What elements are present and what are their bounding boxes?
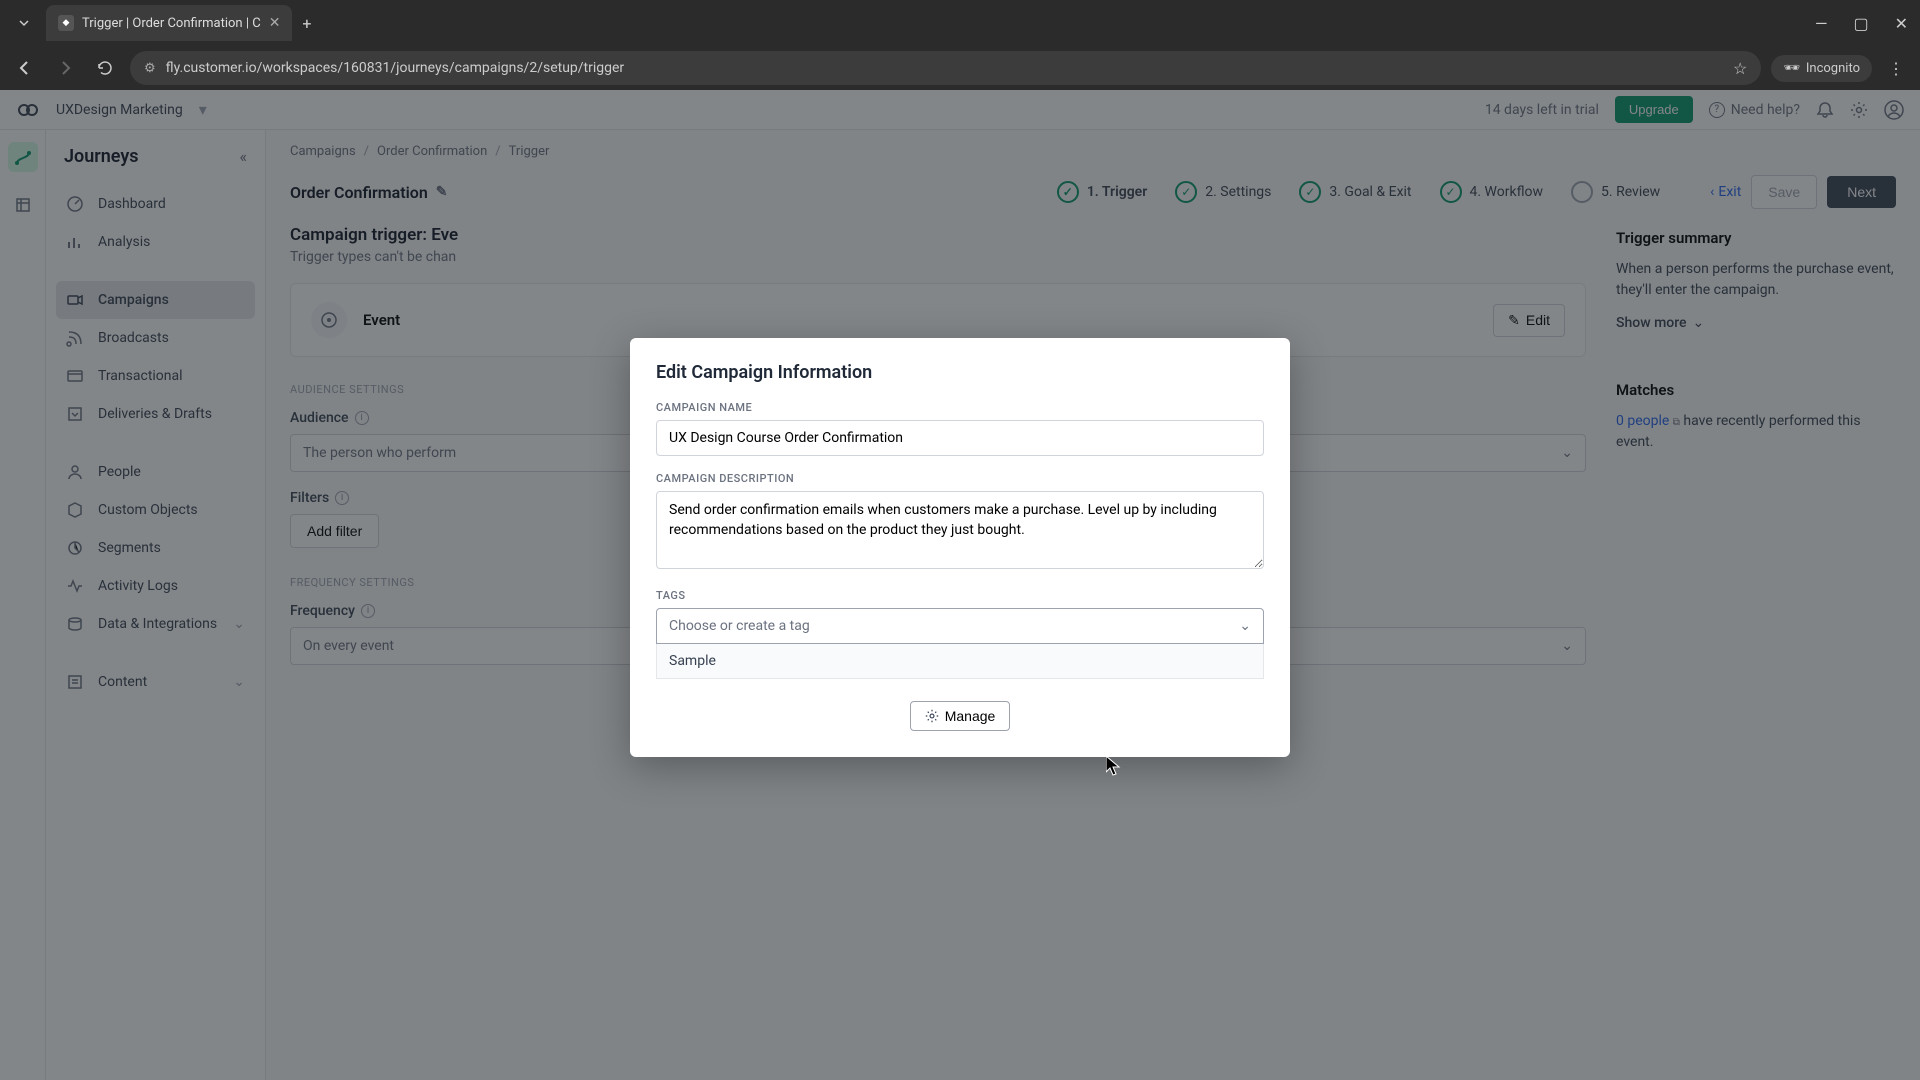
campaign-name-label: CAMPAIGN NAME bbox=[656, 401, 1264, 414]
browser-menu-icon[interactable]: ⋮ bbox=[1882, 53, 1910, 84]
minimize-icon[interactable]: — bbox=[1811, 10, 1832, 37]
chevron-down-icon: ⌄ bbox=[1239, 618, 1251, 634]
back-button[interactable] bbox=[10, 53, 40, 83]
tags-label: TAGS bbox=[656, 589, 1264, 602]
incognito-badge[interactable]: 🕶 Incognito bbox=[1771, 55, 1872, 82]
site-info-icon[interactable]: ⚙ bbox=[144, 61, 156, 76]
close-window-icon[interactable]: ✕ bbox=[1891, 10, 1912, 37]
edit-campaign-modal: Edit Campaign Information CAMPAIGN NAME … bbox=[630, 338, 1290, 757]
browser-tab[interactable]: ◆ Trigger | Order Confirmation | C ✕ bbox=[46, 5, 292, 41]
tab-favicon: ◆ bbox=[58, 15, 74, 31]
tags-select[interactable]: Choose or create a tag ⌄ bbox=[656, 608, 1264, 644]
reload-button[interactable] bbox=[90, 53, 120, 83]
tab-search-dropdown[interactable] bbox=[8, 7, 40, 39]
manage-tags-button[interactable]: Manage bbox=[910, 701, 1011, 731]
gear-icon bbox=[925, 709, 939, 723]
forward-button[interactable] bbox=[50, 53, 80, 83]
maximize-icon[interactable]: ▢ bbox=[1849, 10, 1872, 37]
tag-option-sample[interactable]: Sample bbox=[656, 644, 1264, 679]
incognito-icon: 🕶 bbox=[1783, 61, 1800, 76]
browser-tab-bar: ◆ Trigger | Order Confirmation | C ✕ + —… bbox=[0, 0, 1920, 46]
campaign-name-input[interactable] bbox=[656, 420, 1264, 456]
campaign-description-label: CAMPAIGN DESCRIPTION bbox=[656, 472, 1264, 485]
close-tab-icon[interactable]: ✕ bbox=[269, 15, 281, 31]
campaign-description-input[interactable] bbox=[656, 491, 1264, 569]
modal-title: Edit Campaign Information bbox=[656, 362, 1264, 383]
url-bar[interactable]: ⚙ fly.customer.io/workspaces/160831/jour… bbox=[130, 51, 1761, 85]
url-text: fly.customer.io/workspaces/160831/journe… bbox=[166, 60, 1723, 76]
bookmark-icon[interactable]: ☆ bbox=[1733, 59, 1747, 78]
new-tab-button[interactable]: + bbox=[302, 14, 311, 33]
browser-toolbar: ⚙ fly.customer.io/workspaces/160831/jour… bbox=[0, 46, 1920, 90]
tab-title: Trigger | Order Confirmation | C bbox=[82, 16, 261, 31]
window-controls: — ▢ ✕ bbox=[1811, 10, 1912, 37]
